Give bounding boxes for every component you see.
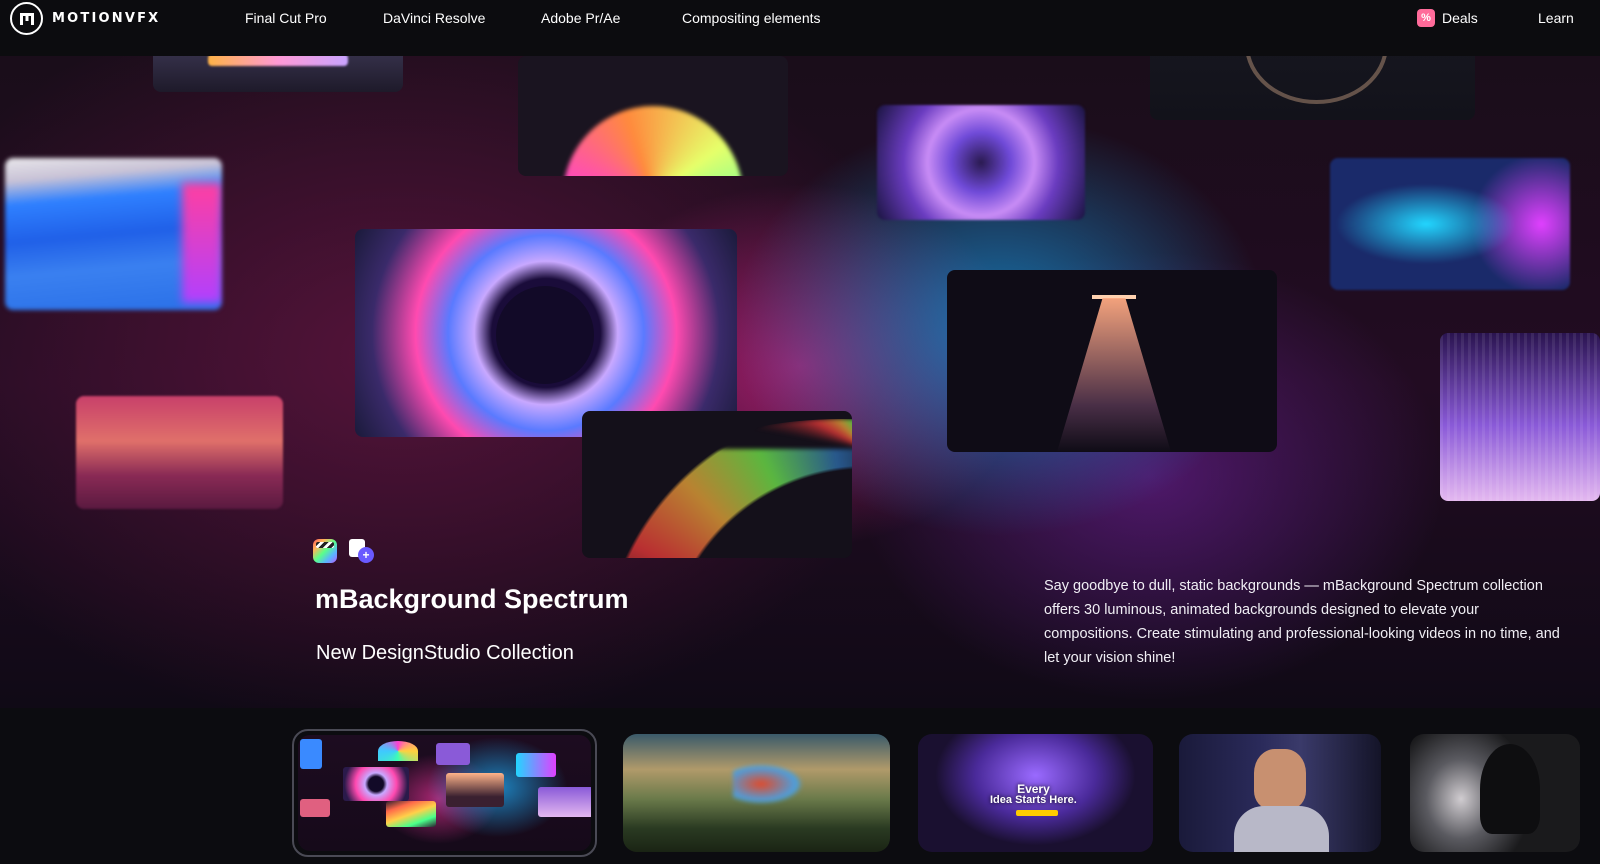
logo-text: MOTIONVFX bbox=[52, 11, 161, 26]
mini-blue-card bbox=[300, 739, 322, 769]
deals-link[interactable]: % Deals bbox=[1417, 9, 1478, 27]
carousel-thumb-silhouette[interactable] bbox=[1410, 734, 1580, 852]
percent-badge-icon: % bbox=[1417, 9, 1435, 27]
nav-link-compositing-elements[interactable]: Compositing elements bbox=[682, 10, 821, 26]
designstudio-icon bbox=[349, 539, 374, 563]
preview-card-eclipse bbox=[355, 229, 737, 437]
preview-card-purple-swirl bbox=[877, 105, 1085, 220]
preview-card-spotlight bbox=[947, 270, 1277, 452]
carousel-thumbnails: Every Idea Starts Here. bbox=[0, 708, 1600, 864]
hero-subtitle: New DesignStudio Collection bbox=[316, 642, 574, 664]
thumb-headline: Every Idea Starts Here. bbox=[990, 783, 1077, 806]
motionvfx-logo[interactable]: MOTIONVFX bbox=[10, 2, 160, 35]
mini-arc-card bbox=[378, 741, 418, 761]
preview-card-blue-waves bbox=[5, 158, 222, 310]
motionvfx-logo-icon bbox=[10, 2, 43, 35]
preview-card-pink-gradient bbox=[76, 396, 283, 509]
nav-link-davinci-resolve[interactable]: DaVinci Resolve bbox=[383, 10, 485, 26]
nav-link-adobe[interactable]: Adobe Pr/Ae bbox=[541, 10, 620, 26]
preview-card-ring bbox=[1150, 56, 1475, 120]
preview-card-cyan-magenta bbox=[1330, 158, 1570, 290]
product-icons bbox=[313, 539, 374, 563]
preview-card-violet-stripes bbox=[1440, 333, 1600, 501]
preview-card-rainbow-streak bbox=[582, 411, 852, 558]
hero-title: mBackground Spectrum bbox=[315, 584, 629, 614]
preview-card-glow-bar bbox=[153, 56, 403, 92]
mini-rainbow-card bbox=[386, 801, 436, 827]
preview-card-rainbow-arc bbox=[518, 56, 788, 176]
thumb-spectrum-preview bbox=[298, 735, 591, 851]
mini-pink-card bbox=[300, 799, 330, 817]
nav-link-learn[interactable]: Learn bbox=[1538, 10, 1574, 26]
mini-spot-card bbox=[446, 773, 504, 807]
hero-description: Say goodbye to dull, static backgrounds … bbox=[1044, 578, 1560, 666]
carousel-thumb-spectrum-active[interactable] bbox=[292, 729, 597, 857]
hero-banner[interactable]: mBackground Spectrum New DesignStudio Co… bbox=[0, 56, 1600, 708]
carousel-thumb-parrot-landscape[interactable] bbox=[623, 734, 890, 852]
mini-violet-card bbox=[538, 787, 591, 817]
thumb-headline-line2: Idea Starts Here. bbox=[990, 794, 1077, 806]
top-navigation: MOTIONVFX Final Cut Pro DaVinci Resolve … bbox=[0, 0, 1600, 56]
final-cut-pro-icon bbox=[313, 539, 337, 563]
mini-eclipse-card bbox=[343, 767, 409, 801]
deals-label: Deals bbox=[1442, 10, 1478, 26]
carousel-thumb-every-idea[interactable]: Every Idea Starts Here. bbox=[918, 734, 1153, 852]
carousel-thumb-presenter[interactable] bbox=[1179, 734, 1381, 852]
mini-swirl-card bbox=[436, 743, 470, 765]
thumb-cta-bar bbox=[1016, 810, 1058, 816]
nav-link-final-cut-pro[interactable]: Final Cut Pro bbox=[245, 10, 327, 26]
mini-cyan-card bbox=[516, 753, 556, 777]
